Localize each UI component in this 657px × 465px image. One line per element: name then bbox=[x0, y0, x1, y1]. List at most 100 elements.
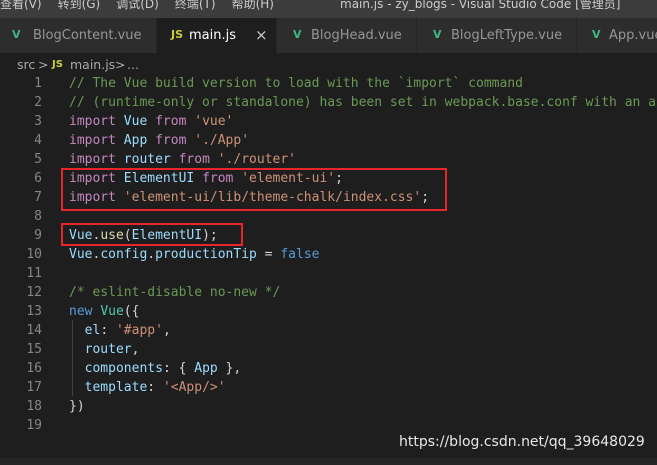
code-text: import router from './router' bbox=[69, 150, 296, 169]
code-token: new bbox=[69, 304, 93, 319]
line-number: 8 bbox=[34, 209, 42, 224]
code-line[interactable]: 11 bbox=[0, 264, 657, 283]
menu-list: 查看(V) 转到(G) 调试(D) 终端(T) 帮助(H) bbox=[0, 0, 290, 11]
vue-file-icon: V bbox=[433, 28, 442, 41]
code-token: router bbox=[84, 342, 132, 357]
line-number: 4 bbox=[34, 133, 42, 148]
code-text: /* eslint-disable no-new */ bbox=[69, 283, 280, 302]
close-icon[interactable]: × bbox=[255, 26, 268, 44]
code-token: , bbox=[162, 323, 171, 338]
menu-view[interactable]: 查看(V) bbox=[0, 0, 42, 11]
line-number: 3 bbox=[34, 114, 42, 129]
code-token: from bbox=[155, 133, 187, 148]
code-line[interactable]: 10 Vue.config.productionTip = false bbox=[0, 245, 657, 264]
vue-file-icon: V bbox=[293, 28, 302, 41]
code-token: Vue bbox=[100, 304, 124, 319]
menu-go[interactable]: 转到(G) bbox=[58, 0, 101, 11]
line-number: 7 bbox=[34, 190, 42, 205]
code-token: components bbox=[84, 361, 163, 376]
line-number: 6 bbox=[34, 171, 42, 186]
code-line[interactable]: 18}) bbox=[0, 397, 657, 416]
code-editor[interactable]: 1 // The Vue build version to load with t… bbox=[0, 75, 657, 440]
highlight-box-vue-use bbox=[61, 223, 243, 246]
highlight-box-imports bbox=[61, 168, 447, 211]
editor-tab-bar: V BlogContent.vue JS main.js × V BlogHea… bbox=[0, 18, 657, 53]
breadcrumb-symbols[interactable]: ... bbox=[127, 57, 139, 72]
menu-debug[interactable]: 调试(D) bbox=[116, 0, 159, 11]
code-token: './router' bbox=[217, 152, 297, 167]
code-line[interactable]: 14 el: '#app', bbox=[0, 321, 657, 340]
code-token: App bbox=[194, 361, 218, 376]
code-token: '#app' bbox=[115, 323, 163, 338]
vue-file-icon: V bbox=[592, 28, 601, 41]
menu-terminal[interactable]: 终端(T) bbox=[175, 0, 216, 11]
breadcrumb-file[interactable]: main.js bbox=[70, 57, 115, 72]
line-number: 10 bbox=[26, 247, 42, 262]
tab-app-vue[interactable]: V App.vue bbox=[577, 18, 657, 53]
line-number: 1 bbox=[34, 76, 42, 91]
code-line[interactable]: 2 // (runtime-only or standalone) has bee… bbox=[0, 93, 657, 112]
code-token: router bbox=[123, 152, 171, 167]
code-token: Vue bbox=[69, 247, 93, 262]
code-line[interactable]: 16 components: { App }, bbox=[0, 359, 657, 378]
code-token: = bbox=[256, 247, 281, 262]
code-token: App bbox=[123, 133, 148, 148]
code-line[interactable]: 19 bbox=[0, 416, 657, 435]
code-token: . bbox=[147, 247, 156, 262]
tab-label: main.js bbox=[189, 28, 236, 43]
line-number: 16 bbox=[26, 361, 42, 376]
line-number: 18 bbox=[26, 399, 42, 414]
code-line[interactable]: 3 import Vue from 'vue' bbox=[0, 112, 657, 131]
js-file-icon: JS bbox=[52, 59, 63, 70]
tab-bloglefttype-vue[interactable]: V BlogLeftType.vue bbox=[417, 18, 577, 53]
code-text: template: '<App/>' bbox=[69, 378, 226, 397]
code-token: // The Vue build version to load with th… bbox=[69, 76, 523, 91]
tab-main-js[interactable]: JS main.js × bbox=[157, 18, 277, 53]
code-text: // The Vue build version to load with th… bbox=[69, 75, 523, 93]
tab-bloghead-vue[interactable]: V BlogHead.vue bbox=[277, 18, 417, 53]
code-text: import App from './App' bbox=[69, 131, 249, 150]
code-text: }) bbox=[69, 397, 85, 416]
code-text: components: { App }, bbox=[69, 359, 242, 378]
code-token: './App' bbox=[194, 133, 250, 148]
code-line[interactable]: 5 import router from './router' bbox=[0, 150, 657, 169]
code-token: ({ bbox=[123, 304, 140, 319]
line-number: 12 bbox=[26, 285, 42, 300]
window-title: main.js - zy_blogs - Visual Studio Code … bbox=[340, 0, 621, 11]
code-line[interactable]: 17 template: '<App/>' bbox=[0, 378, 657, 397]
code-line[interactable]: 1 // The Vue build version to load with t… bbox=[0, 75, 657, 93]
code-token: /* eslint-disable no-new */ bbox=[69, 285, 281, 300]
code-line[interactable]: 4 import App from './App' bbox=[0, 131, 657, 150]
tab-blogcontent-vue[interactable]: V BlogContent.vue bbox=[0, 18, 157, 53]
code-token: }) bbox=[69, 399, 85, 414]
code-token: el bbox=[84, 323, 101, 338]
line-number: 19 bbox=[26, 418, 42, 433]
tab-label: BlogContent.vue bbox=[33, 28, 142, 43]
tab-label: BlogHead.vue bbox=[311, 28, 402, 43]
code-token: productionTip bbox=[155, 247, 257, 262]
menu-help[interactable]: 帮助(H) bbox=[232, 0, 274, 11]
code-line[interactable]: 13 new Vue({ bbox=[0, 302, 657, 321]
breadcrumb: src > JS main.js > ... bbox=[0, 53, 657, 75]
code-line[interactable]: 15 router, bbox=[0, 340, 657, 359]
line-number: 13 bbox=[26, 304, 42, 319]
code-token: import bbox=[69, 133, 116, 148]
line-number: 11 bbox=[26, 266, 42, 281]
line-number: 5 bbox=[34, 152, 42, 167]
code-token: import bbox=[69, 152, 116, 167]
code-token: '<App/>' bbox=[162, 380, 226, 395]
code-line[interactable]: 12 /* eslint-disable no-new */ bbox=[0, 283, 657, 302]
breadcrumb-folder-src[interactable]: src bbox=[17, 57, 35, 72]
line-number: 15 bbox=[26, 342, 42, 357]
code-token: Vue bbox=[123, 114, 148, 129]
code-token: false bbox=[280, 247, 320, 262]
code-token: , bbox=[131, 342, 140, 357]
